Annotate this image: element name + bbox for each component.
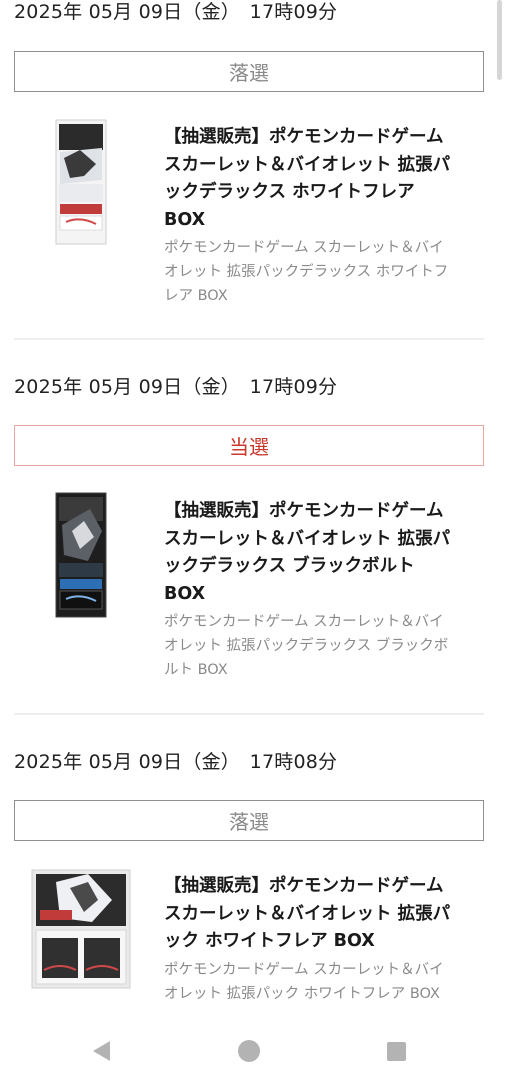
lottery-history-list: 2025年 05月 09日（金） 17時09分 落選 【抽選販売】ポケモンカード… [0,0,506,1020]
product-title-line[interactable]: ックデラックス ホワイトフレア [164,179,486,207]
product-title-line[interactable]: スカーレット＆バイオレット 拡張パ [164,901,486,929]
entry-datetime: 2025年 05月 09日（金） 17時09分 [14,376,338,398]
android-navigation-bar [0,1020,506,1080]
recents-icon [386,1041,406,1061]
product-title[interactable]: 【抽選販売】ポケモンカードゲーム スカーレット＆バイオレット 拡張パ ックデラッ… [164,498,486,608]
product-box-image-white-flare-deluxe[interactable] [50,118,112,248]
product-title-line[interactable]: ック ホワイトフレア BOX [164,928,486,956]
entry-divider [14,713,484,715]
status-won-badge: 当選 [14,425,484,466]
back-icon [92,1041,110,1061]
product-title-line[interactable]: スカーレット＆バイオレット 拡張パ [164,526,486,554]
product-title[interactable]: 【抽選販売】ポケモンカードゲーム スカーレット＆バイオレット 拡張パ ックデラッ… [164,124,486,234]
back-button[interactable] [86,1036,116,1066]
product-title-line[interactable]: 【抽選販売】ポケモンカードゲーム [164,873,486,901]
product-description-line: ルト BOX [164,662,228,678]
product-box-image-black-bolt-deluxe[interactable] [50,491,112,621]
home-icon [238,1040,260,1062]
entry-divider [14,338,484,340]
product-description-line: レア BOX [164,288,228,304]
product-description-line: ポケモンカードゲーム スカーレット＆バイ [164,962,444,978]
status-lost-badge: 落選 [14,51,484,92]
status-lost-badge: 落選 [14,800,484,841]
entry-datetime: 2025年 05月 09日（金） 17時08分 [14,751,338,773]
product-title-line[interactable]: 【抽選販売】ポケモンカードゲーム [164,124,486,152]
product-description-line: オレット 拡張パックデラックス ホワイトフ [164,264,449,280]
product-description-line: オレット 拡張パック ホワイトフレア BOX [164,986,440,1002]
product-title-line[interactable]: BOX [164,581,486,609]
scrollbar[interactable] [497,0,502,80]
product-title[interactable]: 【抽選販売】ポケモンカードゲーム スカーレット＆バイオレット 拡張パ ック ホワ… [164,873,486,956]
product-description: ポケモンカードゲーム スカーレット＆バイ オレット 拡張パック ホワイトフレア … [164,958,486,1006]
product-description-line: ポケモンカードゲーム スカーレット＆バイ [164,614,444,630]
product-title-line[interactable]: BOX [164,207,486,235]
product-description: ポケモンカードゲーム スカーレット＆バイ オレット 拡張パックデラックス ホワイ… [164,236,486,308]
product-description: ポケモンカードゲーム スカーレット＆バイ オレット 拡張パックデラックス ブラッ… [164,610,486,682]
product-description-line: ポケモンカードゲーム スカーレット＆バイ [164,240,444,256]
product-title-line[interactable]: ックデラックス ブラックボルト [164,553,486,581]
entry-datetime: 2025年 05月 09日（金） 17時09分 [14,1,338,23]
product-box-image-white-flare[interactable] [26,866,136,994]
home-button[interactable] [234,1036,264,1066]
product-description-line: オレット 拡張パックデラックス ブラックボ [164,638,449,654]
product-title-line[interactable]: スカーレット＆バイオレット 拡張パ [164,152,486,180]
product-title-line[interactable]: 【抽選販売】ポケモンカードゲーム [164,498,486,526]
recents-button[interactable] [381,1036,411,1066]
